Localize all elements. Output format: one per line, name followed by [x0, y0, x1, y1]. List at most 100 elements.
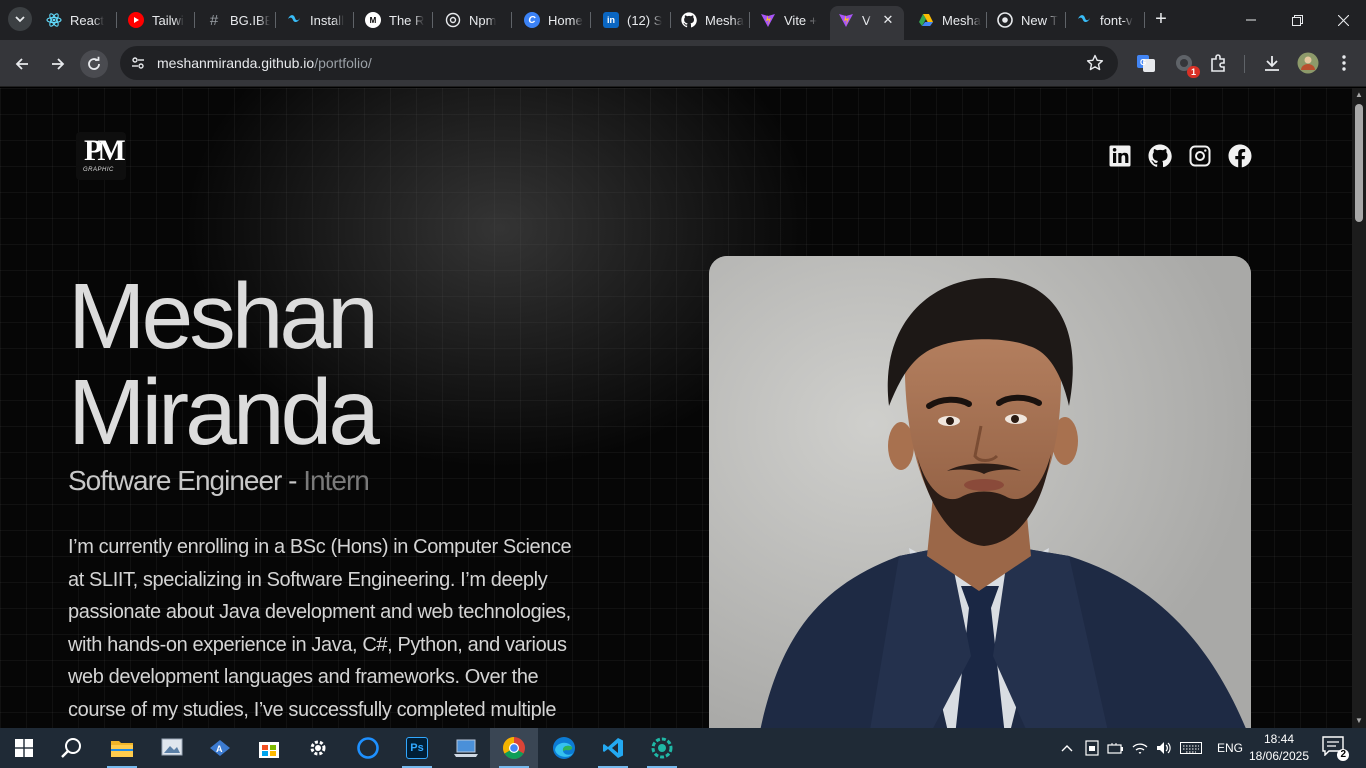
- facebook-link[interactable]: [1228, 144, 1252, 168]
- edge-button[interactable]: [540, 728, 588, 768]
- logo-mark: PM: [84, 134, 126, 167]
- system-tray: ENG: [1058, 728, 1250, 768]
- url-text[interactable]: meshanmiranda.github.io/portfolio/: [157, 55, 372, 71]
- tab-install[interactable]: Install: [278, 7, 350, 33]
- settings-button[interactable]: [294, 728, 342, 768]
- role-main: Software Engineer -: [68, 465, 304, 496]
- tab-react[interactable]: React: [38, 7, 112, 33]
- chevron-up-icon[interactable]: [1058, 744, 1076, 752]
- tab-github[interactable]: Mesha: [673, 7, 745, 33]
- more-menu-icon[interactable]: [1332, 51, 1356, 75]
- scroll-up-icon[interactable]: ▲: [1355, 91, 1363, 99]
- close-icon[interactable]: ✕: [880, 12, 896, 28]
- google-translate-icon[interactable]: G: [1134, 51, 1158, 75]
- github-link[interactable]: [1148, 144, 1172, 168]
- scroll-down-icon[interactable]: ▼: [1355, 717, 1363, 725]
- address-bar[interactable]: meshanmiranda.github.io/portfolio/: [120, 46, 1118, 80]
- reload-button[interactable]: [80, 50, 108, 78]
- bio-paragraph: I’m currently enrolling in a BSc (Hons) …: [68, 536, 572, 721]
- close-window-button[interactable]: [1320, 0, 1366, 40]
- tab-medium[interactable]: M The R: [357, 7, 429, 33]
- tab-separator: [194, 12, 195, 28]
- instagram-link[interactable]: [1188, 144, 1212, 168]
- tab-separator: [353, 12, 354, 28]
- site-logo[interactable]: PM GRAPHIC: [76, 132, 126, 180]
- linkedin-icon: [1109, 145, 1131, 167]
- clock[interactable]: 18:44 18/06/2025: [1240, 731, 1318, 765]
- tab-label: Install: [310, 12, 344, 28]
- restore-button[interactable]: [1274, 0, 1320, 40]
- tab-separator: [749, 12, 750, 28]
- chrome-taskbar-button[interactable]: [490, 728, 538, 768]
- tab-label: The R: [389, 12, 425, 28]
- taskbar-app-button[interactable]: A: [196, 728, 244, 768]
- tab-separator: [1065, 12, 1066, 28]
- tab-active-vite[interactable]: V ✕: [830, 6, 904, 40]
- page-viewport: PM GRAPHIC Meshan Miranda Software Engin…: [0, 88, 1352, 728]
- start-button[interactable]: [0, 728, 48, 768]
- profile-avatar[interactable]: [1296, 51, 1320, 75]
- forward-button[interactable]: [44, 50, 72, 78]
- arrow-right-icon: [52, 58, 65, 70]
- battery-icon[interactable]: [1104, 742, 1128, 754]
- page-scrollbar[interactable]: ▲ ▼: [1352, 88, 1366, 728]
- scroll-thumb[interactable]: [1355, 104, 1363, 222]
- clock-time: 18:44: [1263, 732, 1295, 746]
- download-icon[interactable]: [1260, 51, 1284, 75]
- tab-separator: [116, 12, 117, 28]
- tab-label: Home: [548, 12, 583, 28]
- vscode-icon: [603, 738, 623, 758]
- photoshop-label: Ps: [410, 742, 424, 754]
- tab-vite[interactable]: Vite +: [752, 7, 824, 33]
- cortana-button[interactable]: [344, 728, 392, 768]
- photos-button[interactable]: [148, 728, 196, 768]
- photoshop-button[interactable]: Ps: [393, 728, 441, 768]
- windows-start-icon: [15, 739, 33, 757]
- wifi-icon[interactable]: [1128, 741, 1152, 755]
- keyboard-icon[interactable]: [1176, 742, 1206, 754]
- clock-date: 18/06/2025: [1248, 749, 1310, 763]
- taskbar-app-button-2[interactable]: [638, 728, 686, 768]
- laptop-app-button[interactable]: [442, 728, 490, 768]
- tab-google-drive[interactable]: Mesha: [910, 7, 982, 33]
- back-button[interactable]: [8, 50, 36, 78]
- bookmark-star-icon[interactable]: [1086, 54, 1104, 72]
- npm-globe-icon: [445, 12, 461, 28]
- tab-canva[interactable]: C Home: [516, 7, 588, 33]
- minimize-button[interactable]: [1228, 0, 1274, 40]
- action-center-button[interactable]: 2: [1322, 736, 1349, 761]
- tab-label: BG.IBE: [230, 12, 270, 28]
- search-icon: [61, 738, 81, 758]
- photos-icon: [161, 738, 183, 756]
- notification-count: 2: [1337, 749, 1349, 761]
- site-info-icon[interactable]: [130, 55, 146, 71]
- minimize-icon: [1246, 19, 1256, 21]
- tab-npm[interactable]: Npm: [437, 7, 507, 33]
- browser-toolbar: meshanmiranda.github.io/portfolio/ G 1: [0, 40, 1366, 87]
- github-icon: [681, 12, 697, 28]
- tab-label: New T: [1021, 12, 1059, 28]
- tab-bg-ibe[interactable]: # BG.IBE: [198, 7, 270, 33]
- tab-separator: [1144, 12, 1145, 28]
- tab-label: V: [862, 12, 871, 28]
- file-explorer-button[interactable]: [98, 728, 146, 768]
- tab-separator: [670, 12, 671, 28]
- tab-label: (12) S: [627, 12, 663, 28]
- tab-new-tab[interactable]: New T: [989, 7, 1061, 33]
- url-path: /portfolio/: [314, 55, 372, 71]
- linkedin-link[interactable]: [1108, 144, 1132, 168]
- extension-icon[interactable]: 1: [1172, 51, 1200, 78]
- tab-font[interactable]: font-v: [1068, 7, 1140, 33]
- new-tab-button[interactable]: +: [1150, 8, 1172, 30]
- vscode-button[interactable]: [589, 728, 637, 768]
- extensions-puzzle-icon[interactable]: [1206, 51, 1230, 75]
- tab-search-button[interactable]: [8, 7, 32, 31]
- taskbar-search-button[interactable]: [48, 728, 96, 768]
- react-icon: [46, 12, 62, 28]
- security-icon[interactable]: [1080, 740, 1104, 756]
- tab-strip: React Tailwi # BG.IBE Install M The R Np…: [0, 0, 1366, 40]
- tab-youtube[interactable]: Tailwi: [120, 7, 192, 33]
- volume-icon[interactable]: [1152, 741, 1176, 755]
- microsoft-store-button[interactable]: [245, 728, 293, 768]
- tab-linkedin[interactable]: in (12) S: [595, 7, 667, 33]
